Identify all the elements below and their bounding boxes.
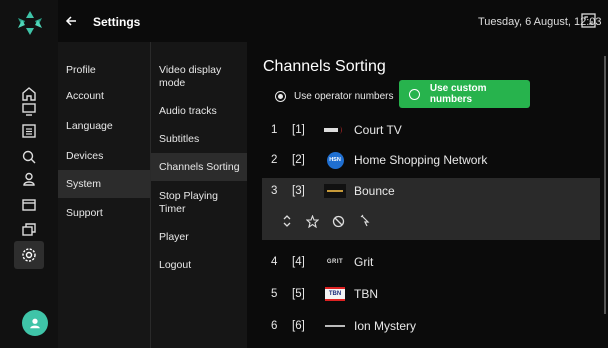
channel-row[interactable]: 4 [4] GRIT Grit: [262, 250, 600, 274]
grit-logo-text: GRIT: [326, 259, 344, 265]
reorder-icon[interactable]: [275, 212, 298, 230]
scrollbar[interactable]: [604, 56, 606, 314]
channel-position: 5: [271, 288, 278, 300]
channel-row[interactable]: 2 [2] HSN Home Shopping Network: [262, 148, 600, 172]
bounce-logo: [324, 184, 346, 198]
submenu-item-logout[interactable]: Logout: [151, 259, 247, 272]
menu-item-language[interactable]: Language: [58, 120, 150, 133]
submenu-item-channels-sorting[interactable]: Channels Sorting: [151, 153, 247, 181]
channel-number: [6]: [292, 320, 305, 332]
menu-item-devices[interactable]: Devices: [58, 150, 150, 163]
search-icon[interactable]: [18, 146, 40, 168]
library-icon[interactable]: [18, 218, 40, 240]
submenu-item-subtitles[interactable]: Subtitles: [151, 133, 247, 146]
channel-number: [5]: [292, 288, 305, 300]
channel-name: Grit: [354, 255, 374, 269]
operator-numbers-label: Use operator numbers: [294, 90, 394, 102]
user-icon[interactable]: [18, 168, 40, 190]
back-arrow-icon[interactable]: [64, 14, 78, 28]
channel-position: 6: [271, 320, 278, 332]
recordings-icon[interactable]: [18, 194, 40, 216]
menu-item-account[interactable]: Account: [58, 90, 150, 103]
tbn-logo-text: TBN: [325, 287, 345, 301]
channel-name: Court TV: [354, 123, 402, 137]
top-bar: Settings Tuesday, 6 August, 12:03: [58, 0, 608, 42]
app-logo-icon: [18, 11, 42, 35]
court-tv-logo: [324, 123, 346, 137]
channel-position: 2: [271, 154, 278, 166]
menu-item-profile[interactable]: Profile: [58, 64, 150, 77]
page-title: Settings: [93, 15, 141, 29]
avatar[interactable]: [22, 310, 48, 336]
fullscreen-icon[interactable]: [581, 13, 596, 28]
channel-number: [1]: [292, 124, 305, 136]
settings-submenu: Video display mode Audio tracks Subtitle…: [150, 42, 247, 348]
channels-sorting-panel: Channels Sorting Use operator numbers Us…: [247, 42, 608, 348]
submenu-item-audio-tracks[interactable]: Audio tracks: [151, 105, 247, 118]
radio-selected-icon: [275, 90, 286, 102]
submenu-item-video-display-mode[interactable]: Video display mode: [151, 64, 237, 90]
channel-row-selected[interactable]: 3 [3] Bounce: [262, 179, 600, 203]
custom-numbers-label: Use custom numbers: [429, 83, 487, 105]
tbn-logo: TBN: [324, 287, 346, 301]
radio-unselected-icon: [409, 88, 420, 100]
settings-menu: Profile Account Language Devices System …: [58, 42, 150, 348]
channel-name: Ion Mystery: [354, 319, 417, 333]
custom-numbers-button[interactable]: Use custom numbers: [399, 80, 530, 108]
block-icon[interactable]: [327, 212, 350, 230]
channel-name: Bounce: [354, 184, 395, 198]
channel-number: [4]: [292, 256, 305, 268]
channel-number: [3]: [292, 185, 305, 197]
channel-position: 1: [271, 124, 278, 136]
ion-mystery-logo: [324, 319, 346, 333]
grit-logo: GRIT: [324, 255, 346, 269]
operator-numbers-option[interactable]: Use operator numbers: [275, 86, 394, 106]
channel-name: TBN: [354, 287, 378, 301]
hsn-logo: HSN: [324, 151, 346, 169]
submenu-item-stop-playing-timer[interactable]: Stop Playing Timer: [151, 190, 231, 216]
drag-icon[interactable]: [353, 212, 376, 230]
menu-item-support[interactable]: Support: [58, 207, 150, 220]
channel-row[interactable]: 5 [5] TBN TBN: [262, 282, 600, 306]
favorite-icon[interactable]: [301, 212, 324, 230]
nav-rail: [0, 0, 58, 348]
channel-row[interactable]: 1 [1] Court TV: [262, 118, 600, 142]
channel-row[interactable]: 6 [6] Ion Mystery: [262, 314, 600, 338]
channel-position: 3: [271, 185, 278, 197]
row-actions: [275, 212, 379, 230]
submenu-item-player[interactable]: Player: [151, 231, 247, 244]
menu-item-system[interactable]: System: [58, 170, 150, 198]
channel-position: 4: [271, 256, 278, 268]
hsn-logo-text: HSN: [326, 151, 344, 169]
tv-icon[interactable]: [18, 98, 40, 120]
guide-icon[interactable]: [18, 120, 40, 142]
settings-icon[interactable]: [14, 241, 44, 269]
channel-number: [2]: [292, 154, 305, 166]
channel-name: Home Shopping Network: [354, 153, 488, 167]
section-title: Channels Sorting: [263, 58, 386, 75]
